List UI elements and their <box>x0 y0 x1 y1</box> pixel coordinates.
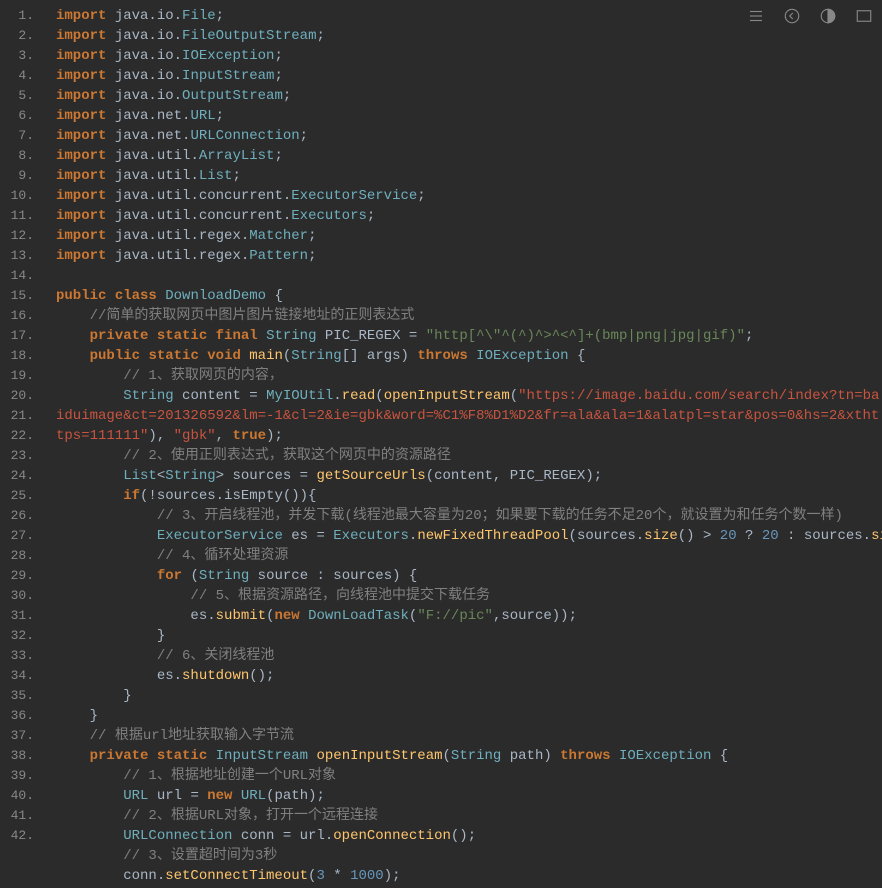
line-number: 38. <box>4 746 34 766</box>
code-line[interactable]: conn.setConnectTimeout(3 * 1000); <box>56 866 882 886</box>
line-number: 21. <box>4 406 34 426</box>
list-icon[interactable] <box>746 6 766 26</box>
line-number: 10. <box>4 186 34 206</box>
code-line[interactable]: // 5、根据资源路径，向线程池中提交下载任务 <box>56 586 882 606</box>
line-number: 36. <box>4 706 34 726</box>
code-line[interactable]: import java.net.URLConnection; <box>56 126 882 146</box>
code-line[interactable]: public static void main(String[] args) t… <box>56 346 882 366</box>
line-number: 19. <box>4 366 34 386</box>
code-line[interactable]: es.submit(new DownLoadTask("F://pic",sou… <box>56 606 882 626</box>
line-number: 7. <box>4 126 34 146</box>
line-number: 37. <box>4 726 34 746</box>
line-number: 17. <box>4 326 34 346</box>
code-line[interactable]: private static InputStream openInputStre… <box>56 746 882 766</box>
line-number: 39. <box>4 766 34 786</box>
contrast-icon[interactable] <box>818 6 838 26</box>
code-line[interactable]: import java.util.regex.Matcher; <box>56 226 882 246</box>
code-line[interactable]: import java.util.ArrayList; <box>56 146 882 166</box>
code-line[interactable]: URLConnection conn = url.openConnection(… <box>56 826 882 846</box>
code-line[interactable]: // 2、根据URL对象，打开一个远程连接 <box>56 806 882 826</box>
code-area[interactable]: import java.io.File;import java.io.FileO… <box>42 0 882 888</box>
line-number: 29. <box>4 566 34 586</box>
line-number: 18. <box>4 346 34 366</box>
code-line[interactable]: // 6、关闭线程池 <box>56 646 882 666</box>
code-line[interactable]: } <box>56 706 882 726</box>
line-number: 12. <box>4 226 34 246</box>
code-line[interactable]: import java.io.InputStream; <box>56 66 882 86</box>
line-number: 32. <box>4 626 34 646</box>
line-number: 40. <box>4 786 34 806</box>
code-line[interactable]: //简单的获取网页中图片图片链接地址的正则表达式 <box>56 306 882 326</box>
line-number: 35. <box>4 686 34 706</box>
code-line[interactable]: import java.io.FileOutputStream; <box>56 26 882 46</box>
line-number: 26. <box>4 506 34 526</box>
code-line[interactable]: es.shutdown(); <box>56 666 882 686</box>
code-line[interactable]: private static final String PIC_REGEX = … <box>56 326 882 346</box>
code-line[interactable]: import java.util.List; <box>56 166 882 186</box>
line-number: 41. <box>4 806 34 826</box>
line-number: 9. <box>4 166 34 186</box>
line-number: 14. <box>4 266 34 286</box>
line-number: 3. <box>4 46 34 66</box>
code-line[interactable]: // 3、设置超时间为3秒 <box>56 846 882 866</box>
line-number: 23. <box>4 446 34 466</box>
code-line[interactable]: import java.util.concurrent.ExecutorServ… <box>56 186 882 206</box>
line-number: 13. <box>4 246 34 266</box>
code-editor: 1.2.3.4.5.6.7.8.9.10.11.12.13.14.15.16.1… <box>0 0 882 888</box>
line-number: 24. <box>4 466 34 486</box>
code-line[interactable]: // 根据url地址获取输入字节流 <box>56 726 882 746</box>
line-number: 27. <box>4 526 34 546</box>
code-line[interactable]: // 1、根据地址创建一个URL对象 <box>56 766 882 786</box>
code-line[interactable]: List<String> sources = getSourceUrls(con… <box>56 466 882 486</box>
code-line[interactable]: import java.util.regex.Pattern; <box>56 246 882 266</box>
line-number: 4. <box>4 66 34 86</box>
line-number: 30. <box>4 586 34 606</box>
line-number-gutter: 1.2.3.4.5.6.7.8.9.10.11.12.13.14.15.16.1… <box>0 0 42 888</box>
code-line[interactable]: import java.io.OutputStream; <box>56 86 882 106</box>
line-number: 42. <box>4 826 34 846</box>
line-number: 6. <box>4 106 34 126</box>
code-line[interactable]: import java.io.IOException; <box>56 46 882 66</box>
code-line[interactable]: import java.net.URL; <box>56 106 882 126</box>
line-number: 25. <box>4 486 34 506</box>
line-number: 1. <box>4 6 34 26</box>
code-line[interactable]: if(!sources.isEmpty()){ <box>56 486 882 506</box>
code-line[interactable]: } <box>56 686 882 706</box>
code-line[interactable]: for (String source : sources) { <box>56 566 882 586</box>
code-line[interactable]: URL url = new URL(path); <box>56 786 882 806</box>
line-number: 34. <box>4 666 34 686</box>
back-icon[interactable] <box>782 6 802 26</box>
code-line[interactable]: // 2、使用正则表达式，获取这个网页中的资源路径 <box>56 446 882 466</box>
line-number: 2. <box>4 26 34 46</box>
line-number: 33. <box>4 646 34 666</box>
line-number: 31. <box>4 606 34 626</box>
line-number: 22. <box>4 426 34 446</box>
toolbar <box>746 6 874 26</box>
code-line[interactable] <box>56 266 882 286</box>
line-number: 15. <box>4 286 34 306</box>
code-line[interactable]: String content = MyIOUtil.read(openInput… <box>56 386 882 446</box>
code-line[interactable]: // 3、开启线程池，并发下载(线程池最大容量为20；如果要下载的任务不足20个… <box>56 506 882 526</box>
line-number: 20. <box>4 386 34 406</box>
code-line[interactable]: ExecutorService es = Executors.newFixedT… <box>56 526 882 546</box>
line-number: 16. <box>4 306 34 326</box>
line-number: 5. <box>4 86 34 106</box>
line-number: 11. <box>4 206 34 226</box>
line-number: 28. <box>4 546 34 566</box>
code-line[interactable]: } <box>56 626 882 646</box>
code-line[interactable]: // 4、循环处理资源 <box>56 546 882 566</box>
code-line[interactable]: public class DownloadDemo { <box>56 286 882 306</box>
fullscreen-icon[interactable] <box>854 6 874 26</box>
code-line[interactable]: import java.util.concurrent.Executors; <box>56 206 882 226</box>
line-number: 8. <box>4 146 34 166</box>
code-line[interactable]: // 1、获取网页的内容， <box>56 366 882 386</box>
